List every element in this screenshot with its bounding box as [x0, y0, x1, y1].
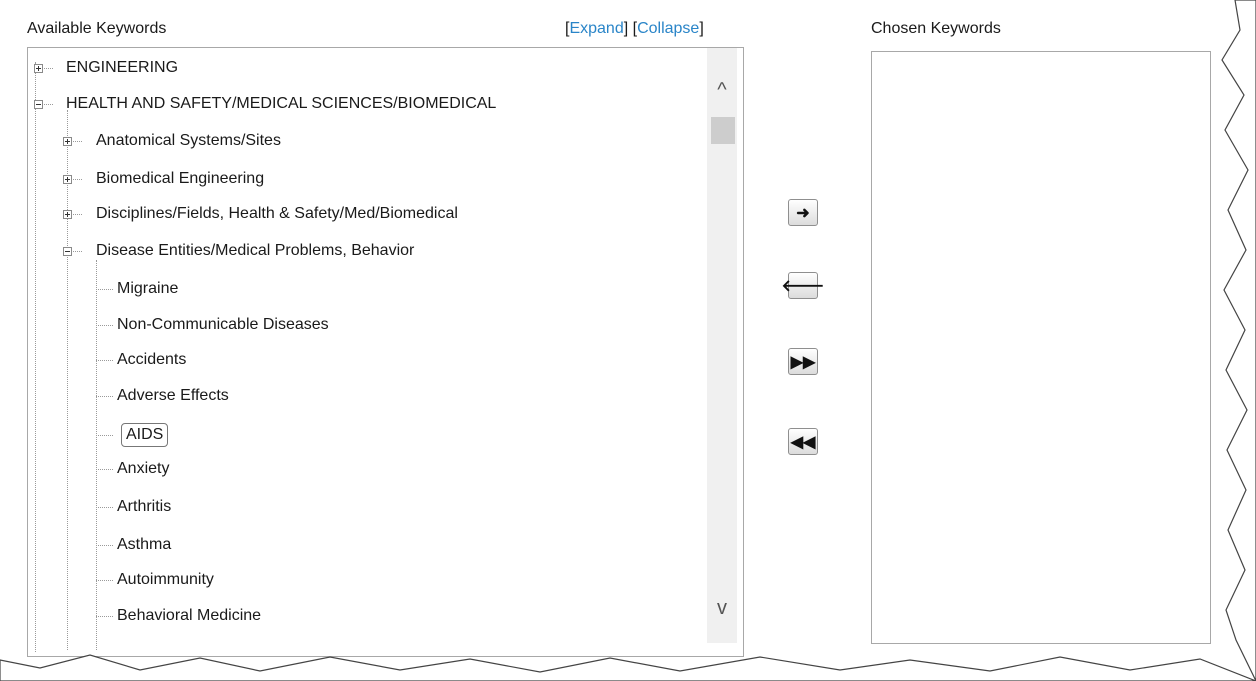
keyword-picker: Available Keywords [Expand] [Collapse] C… [0, 0, 1256, 681]
torn-edge-decoration [0, 0, 1256, 681]
